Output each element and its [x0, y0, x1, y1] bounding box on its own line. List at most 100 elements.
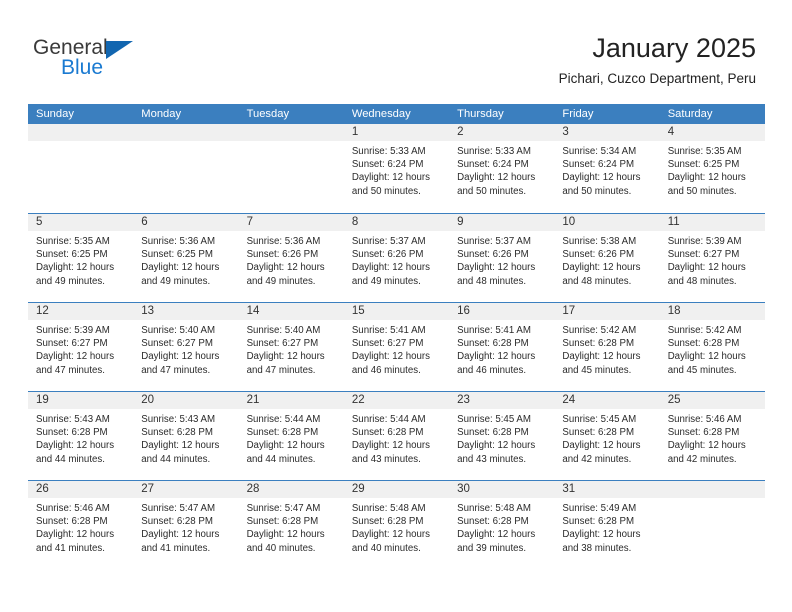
sunrise-time: Sunrise: 5:42 AM	[667, 325, 742, 336]
day-number	[133, 124, 239, 141]
daylight-duration-line2: and 50 minutes.	[667, 185, 737, 197]
day-sun-info: Sunrise: 5:47 AM Sunset: 6:28 PM Daylight:…	[133, 498, 238, 555]
day-cell[interactable]: 2 Sunrise: 5:33 AM Sunset: 6:24 PM Daylight…	[449, 124, 555, 213]
sunset-time: Sunset: 6:28 PM	[667, 427, 740, 439]
day-cell[interactable]: 24 Sunrise: 5:45 AM Sunset: 6:28 PM Dayligh…	[554, 392, 660, 480]
daylight-duration-line1: Daylight: 12 hours	[562, 351, 641, 363]
daylight-duration-line1: Daylight: 12 hours	[457, 529, 536, 541]
day-sun-info: Sunrise: 5:49 AM Sunset: 6:28 PM Daylight:…	[554, 498, 659, 555]
day-cell[interactable]: 1 Sunrise: 5:33 AM Sunset: 6:24 PM Daylight…	[343, 124, 450, 213]
sunrise-time: Sunrise: 5:44 AM	[246, 414, 321, 425]
day-cell[interactable]: 13 Sunrise: 5:40 AM Sunset: 6:27 PM Dayligh…	[133, 303, 239, 391]
day-cell[interactable]: 15 Sunrise: 5:41 AM Sunset: 6:27 PM Dayligh…	[343, 303, 450, 391]
day-cell[interactable]: 19 Sunrise: 5:43 AM Sunset: 6:28 PM Dayligh…	[28, 392, 134, 480]
weekday-header-tuesday: Tuesday	[246, 108, 290, 120]
day-cell[interactable]: 21 Sunrise: 5:44 AM Sunset: 6:28 PM Dayligh…	[238, 392, 344, 480]
day-sun-info: Sunrise: 5:41 AM Sunset: 6:27 PM Daylight:…	[344, 320, 449, 377]
sunrise-time: Sunrise: 5:45 AM	[457, 414, 531, 425]
day-cell[interactable]: 3 Sunrise: 5:34 AM Sunset: 6:24 PM Daylight…	[554, 124, 660, 213]
general-blue-logo[interactable]: General Blue	[33, 37, 163, 83]
day-cell[interactable]: 28 Sunrise: 5:47 AM Sunset: 6:28 PM Dayligh…	[238, 481, 344, 569]
sunset-time: Sunset: 6:28 PM	[562, 338, 635, 350]
daylight-duration-line1: Daylight: 12 hours	[36, 262, 115, 274]
weekday-header-saturday: Saturday	[667, 108, 713, 120]
day-sun-info: Sunrise: 5:48 AM Sunset: 6:28 PM Daylight:…	[344, 498, 449, 555]
day-cell[interactable]: 22 Sunrise: 5:44 AM Sunset: 6:28 PM Dayligh…	[343, 392, 450, 480]
weekday-header-row: Sunday Monday Tuesday Wednesday Thursday…	[28, 104, 765, 124]
weekday-header-wednesday: Wednesday	[351, 108, 411, 120]
day-cell[interactable]: 25 Sunrise: 5:46 AM Sunset: 6:28 PM Dayligh…	[659, 392, 765, 480]
sunrise-time: Sunrise: 5:40 AM	[246, 325, 321, 336]
logo-text-blue: Blue	[61, 56, 104, 79]
sunrise-time: Sunrise: 5:48 AM	[351, 503, 426, 514]
daylight-duration-line2: and 49 minutes.	[141, 275, 211, 287]
day-cell[interactable]: 14 Sunrise: 5:40 AM Sunset: 6:27 PM Dayligh…	[238, 303, 344, 391]
day-number: 7	[238, 214, 344, 231]
calendar-week-row: 12 Sunrise: 5:39 AM Sunset: 6:27 PM Dayligh…	[28, 302, 765, 391]
day-number: 14	[238, 303, 344, 320]
day-number: 3	[554, 124, 660, 141]
day-number: 2	[449, 124, 555, 141]
day-number: 17	[554, 303, 660, 320]
day-cell[interactable]: 18 Sunrise: 5:42 AM Sunset: 6:28 PM Dayligh…	[659, 303, 765, 391]
day-sun-info: Sunrise: 5:39 AM Sunset: 6:27 PM Daylight:…	[28, 320, 133, 377]
sunrise-time: Sunrise: 5:45 AM	[562, 414, 637, 425]
sunset-time: Sunset: 6:28 PM	[246, 516, 319, 528]
day-cell[interactable]: 31 Sunrise: 5:49 AM Sunset: 6:28 PM Dayligh…	[554, 481, 660, 569]
sunrise-time: Sunrise: 5:47 AM	[141, 503, 216, 514]
weekday-header-sunday: Sunday	[36, 108, 74, 120]
daylight-duration-line1: Daylight: 12 hours	[351, 351, 430, 363]
weeks-container: 1 Sunrise: 5:33 AM Sunset: 6:24 PM Daylight…	[28, 124, 765, 569]
daylight-duration-line2: and 48 minutes.	[667, 275, 737, 287]
day-number: 22	[343, 392, 450, 409]
day-cell[interactable]: 30 Sunrise: 5:48 AM Sunset: 6:28 PM Dayligh…	[449, 481, 555, 569]
daylight-duration-line2: and 47 minutes.	[36, 364, 105, 376]
sunrise-time: Sunrise: 5:41 AM	[351, 325, 426, 336]
sunset-time: Sunset: 6:28 PM	[141, 427, 213, 439]
calendar-week-row: 19 Sunrise: 5:43 AM Sunset: 6:28 PM Dayligh…	[28, 391, 765, 480]
daylight-duration-line2: and 47 minutes.	[246, 364, 316, 376]
day-cell[interactable]: 5 Sunrise: 5:35 AM Sunset: 6:25 PM Daylight…	[28, 214, 134, 302]
day-cell[interactable]: 26 Sunrise: 5:46 AM Sunset: 6:28 PM Dayligh…	[28, 481, 134, 569]
daylight-duration-line1: Daylight: 12 hours	[562, 440, 641, 452]
day-cell[interactable]: 29 Sunrise: 5:48 AM Sunset: 6:28 PM Dayligh…	[343, 481, 450, 569]
sunset-time: Sunset: 6:28 PM	[562, 427, 635, 439]
daylight-duration-line1: Daylight: 12 hours	[667, 351, 746, 363]
day-sun-info: Sunrise: 5:46 AM Sunset: 6:28 PM Daylight:…	[28, 498, 133, 555]
day-sun-info: Sunrise: 5:45 AM Sunset: 6:28 PM Daylight:…	[449, 409, 554, 466]
day-cell[interactable]: 20 Sunrise: 5:43 AM Sunset: 6:28 PM Dayligh…	[133, 392, 239, 480]
day-cell[interactable]: 6 Sunrise: 5:36 AM Sunset: 6:25 PM Daylight…	[133, 214, 239, 302]
sunset-time: Sunset: 6:27 PM	[141, 338, 213, 350]
day-number: 5	[28, 214, 134, 231]
daylight-duration-line1: Daylight: 12 hours	[36, 351, 115, 363]
location-subtitle: Pichari, Cuzco Department, Peru	[558, 71, 756, 86]
day-cell[interactable]: 16 Sunrise: 5:41 AM Sunset: 6:28 PM Dayligh…	[449, 303, 555, 391]
day-cell[interactable]: 8 Sunrise: 5:37 AM Sunset: 6:26 PM Daylight…	[343, 214, 450, 302]
day-cell-empty	[133, 124, 239, 213]
sunrise-time: Sunrise: 5:34 AM	[562, 146, 637, 157]
day-number: 11	[659, 214, 765, 231]
day-sun-info: Sunrise: 5:42 AM Sunset: 6:28 PM Daylight:…	[660, 320, 765, 377]
day-sun-info: Sunrise: 5:34 AM Sunset: 6:24 PM Daylight:…	[554, 141, 659, 198]
day-cell[interactable]: 7 Sunrise: 5:36 AM Sunset: 6:26 PM Daylight…	[238, 214, 344, 302]
daylight-duration-line2: and 42 minutes.	[562, 453, 632, 465]
sunrise-time: Sunrise: 5:49 AM	[562, 503, 637, 514]
day-cell[interactable]: 23 Sunrise: 5:45 AM Sunset: 6:28 PM Dayligh…	[449, 392, 555, 480]
sunrise-time: Sunrise: 5:39 AM	[36, 325, 110, 336]
daylight-duration-line1: Daylight: 12 hours	[351, 440, 430, 452]
day-cell[interactable]: 12 Sunrise: 5:39 AM Sunset: 6:27 PM Dayligh…	[28, 303, 134, 391]
day-number: 13	[133, 303, 239, 320]
daylight-duration-line1: Daylight: 12 hours	[351, 262, 430, 274]
sunrise-time: Sunrise: 5:47 AM	[246, 503, 321, 514]
day-number: 4	[659, 124, 765, 141]
sunset-time: Sunset: 6:28 PM	[457, 516, 529, 528]
weekday-header-thursday: Thursday	[457, 108, 504, 120]
day-cell[interactable]: 11 Sunrise: 5:39 AM Sunset: 6:27 PM Dayligh…	[659, 214, 765, 302]
day-cell[interactable]: 17 Sunrise: 5:42 AM Sunset: 6:28 PM Dayligh…	[554, 303, 660, 391]
sunrise-time: Sunrise: 5:44 AM	[351, 414, 426, 425]
day-cell[interactable]: 9 Sunrise: 5:37 AM Sunset: 6:26 PM Daylight…	[449, 214, 555, 302]
daylight-duration-line2: and 44 minutes.	[246, 453, 316, 465]
day-cell[interactable]: 27 Sunrise: 5:47 AM Sunset: 6:28 PM Dayligh…	[133, 481, 239, 569]
day-cell[interactable]: 4 Sunrise: 5:35 AM Sunset: 6:25 PM Daylight…	[659, 124, 765, 213]
day-cell[interactable]: 10 Sunrise: 5:38 AM Sunset: 6:26 PM Dayligh…	[554, 214, 660, 302]
